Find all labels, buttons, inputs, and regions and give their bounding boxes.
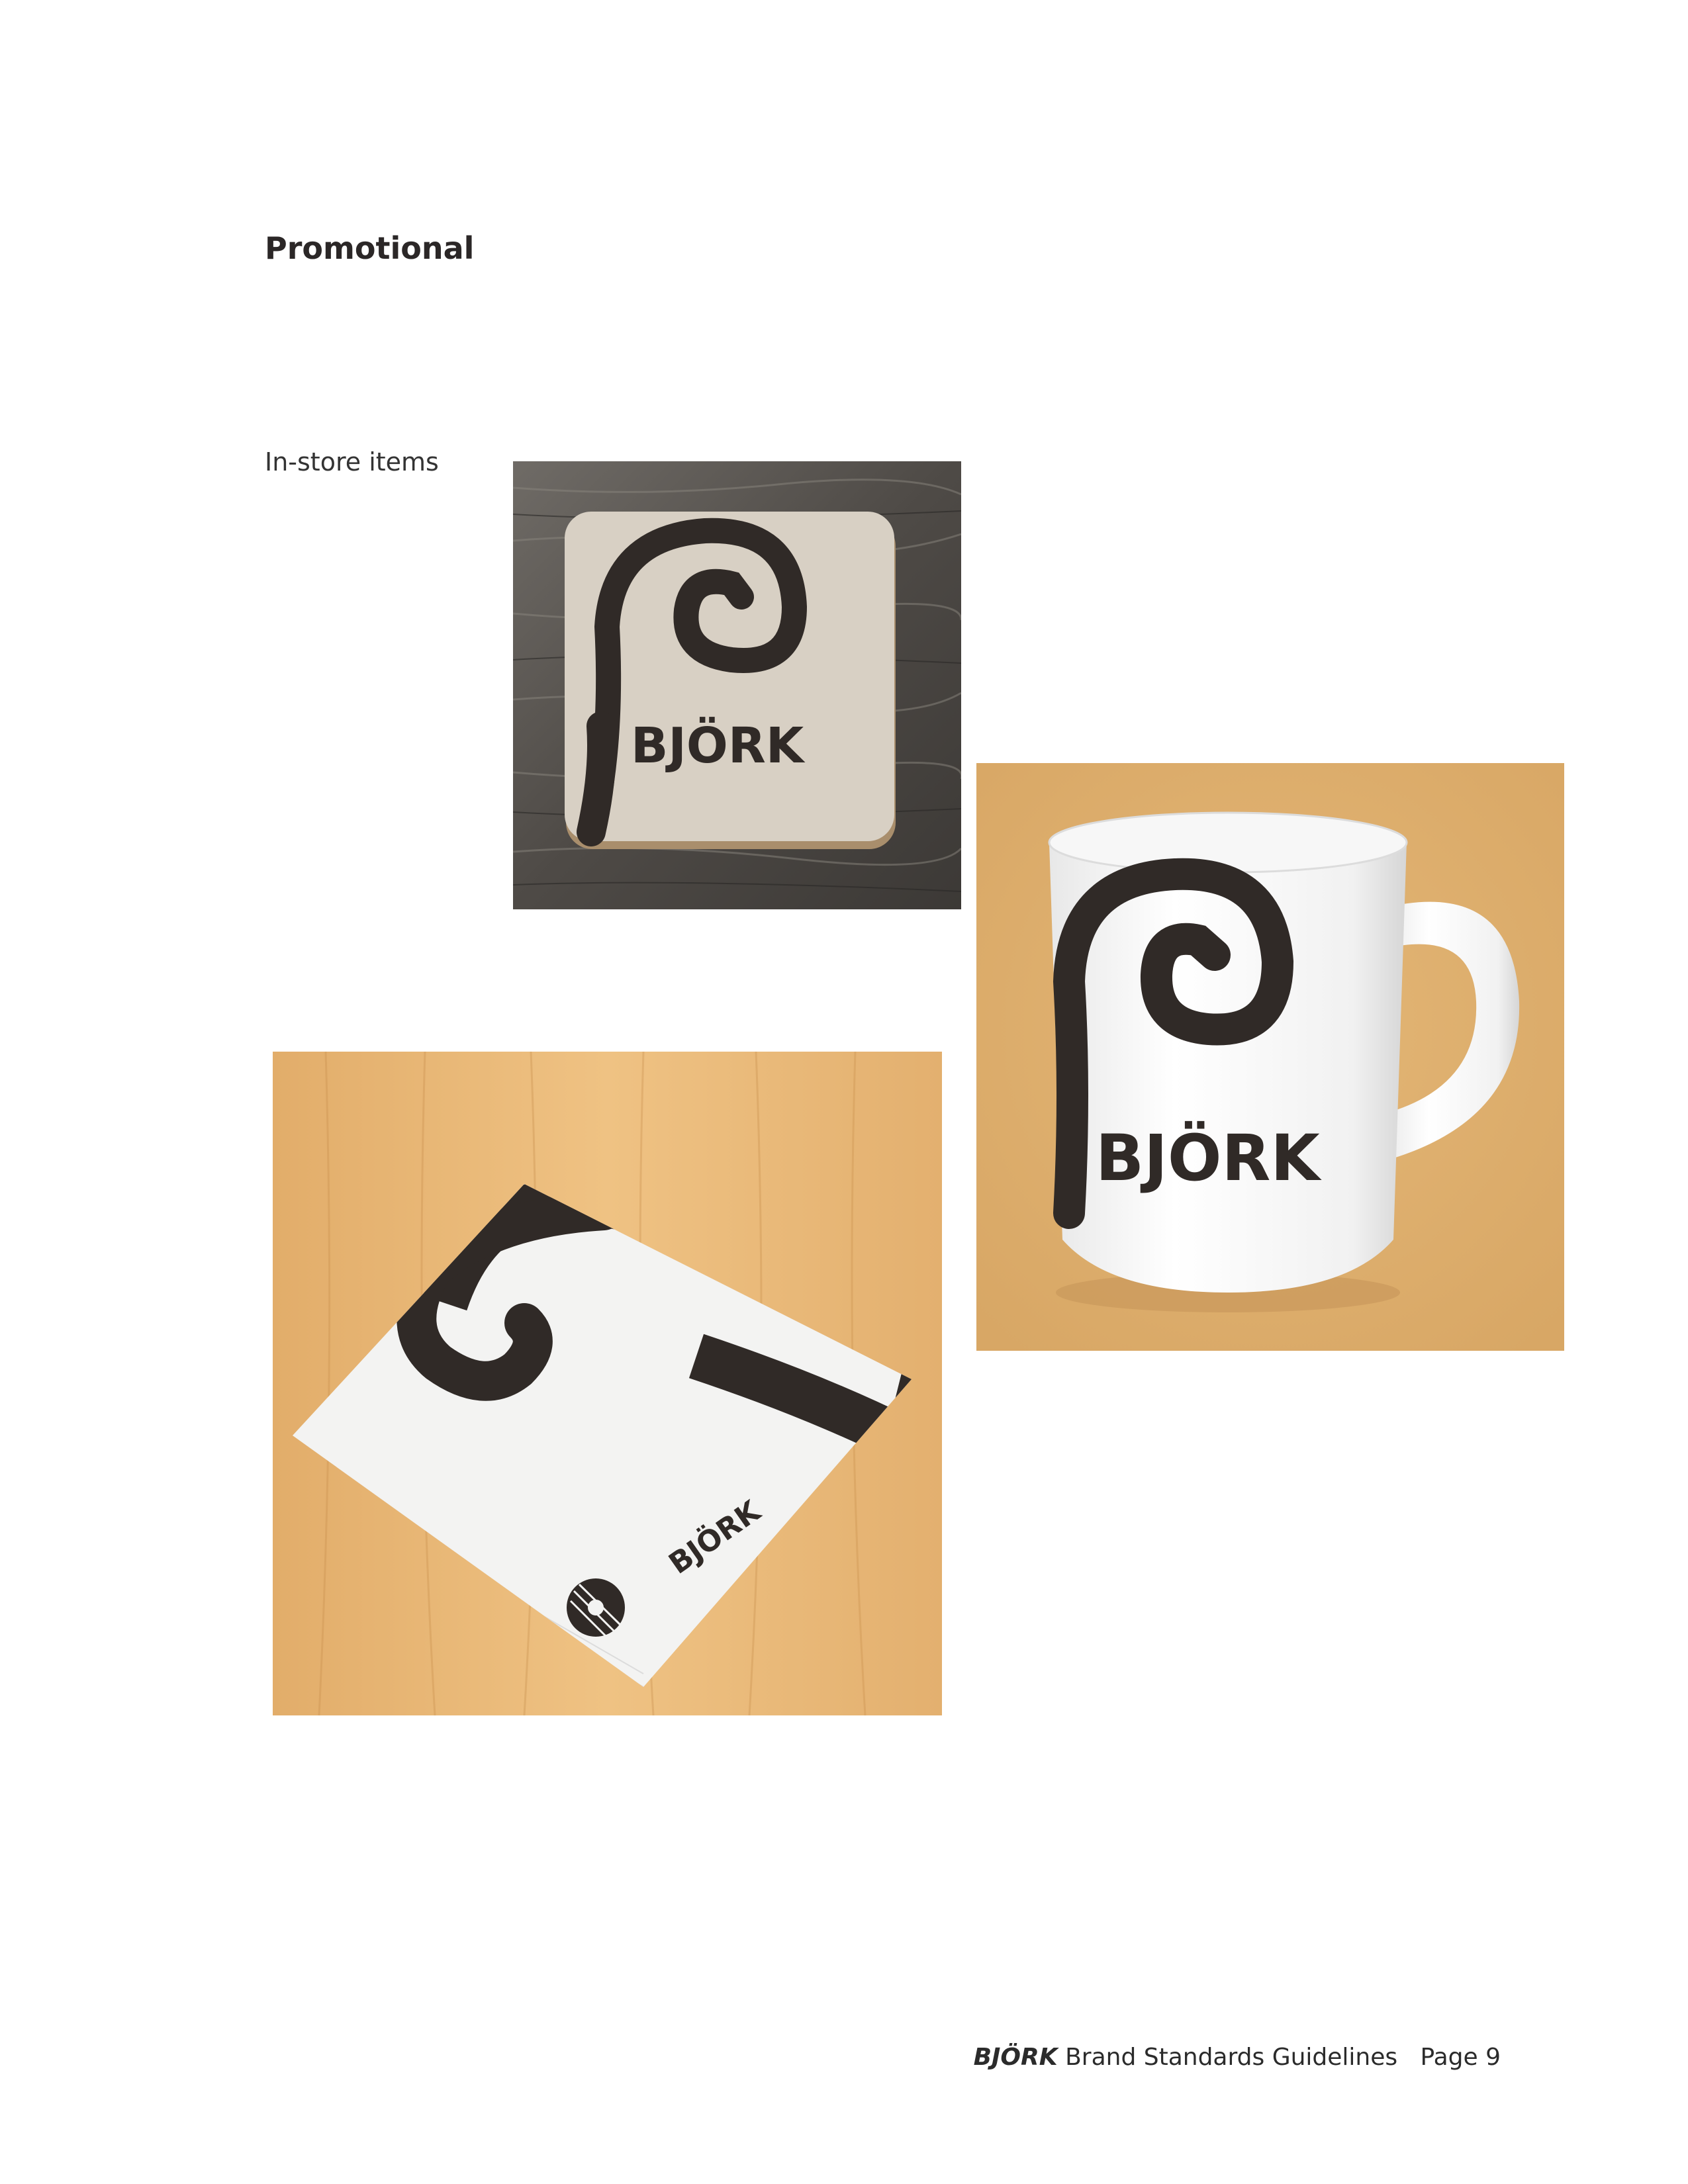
page-heading: Promotional (265, 230, 475, 266)
section-label: In-store items (265, 447, 439, 477)
footer-page-number: Page 9 (1420, 2044, 1501, 2071)
napkin-photo: BJÖRK (273, 1052, 942, 1715)
mug-photo: BJÖRK (976, 763, 1564, 1351)
footer-brand: BJÖRK (973, 2044, 1058, 2071)
coaster-photo: BJÖRK (513, 461, 961, 909)
footer-title: Brand Standards Guidelines (1057, 2044, 1398, 2071)
page-footer: BJÖRK Brand Standards Guidelines Page 9 (974, 2044, 1501, 2071)
coaster-logo-wordmark: BJÖRK (631, 716, 806, 774)
mug-logo-wordmark: BJÖRK (1096, 1120, 1322, 1195)
